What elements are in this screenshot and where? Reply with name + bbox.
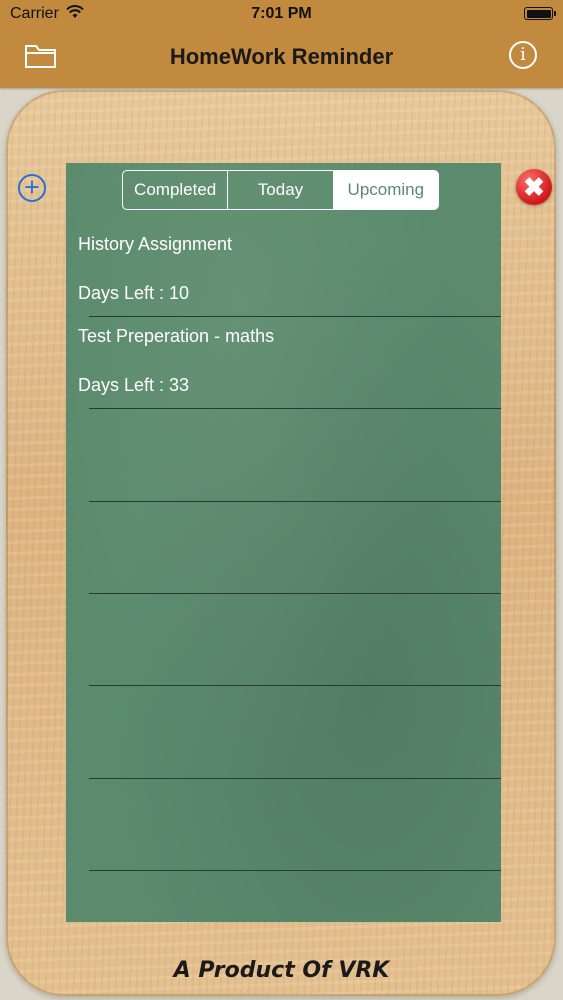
tab-upcoming[interactable]: Upcoming [333, 171, 438, 209]
tab-today[interactable]: Today [228, 171, 334, 209]
top-bar: Carrier 7:01 PM HomeWork Reminder i [0, 0, 563, 88]
battery-icon [524, 7, 556, 20]
task-title[interactable]: History Assignment [78, 234, 232, 255]
tab-completed[interactable]: Completed [123, 171, 229, 209]
add-task-button[interactable]: + [18, 174, 46, 202]
row-divider [89, 316, 501, 317]
row-divider [89, 685, 501, 686]
page-title: HomeWork Reminder [169, 44, 394, 69]
row-divider [89, 408, 501, 409]
task-title[interactable]: Test Preperation - maths [78, 326, 274, 347]
row-divider [89, 870, 501, 871]
delete-button[interactable]: ✖ [516, 169, 552, 205]
row-divider [89, 778, 501, 779]
row-divider [89, 593, 501, 594]
row-divider [89, 501, 501, 502]
clock: 7:01 PM [251, 5, 312, 22]
task-days-left: Days Left : 33 [78, 375, 190, 395]
chalkboard [66, 163, 501, 922]
footer-credit: A Product Of VRK [173, 958, 390, 983]
task-days-left: Days Left : 10 [78, 283, 190, 303]
filter-segmented-control: Completed Today Upcoming [122, 170, 439, 210]
info-icon[interactable]: i [509, 41, 537, 69]
status-bar: Carrier 7:01 PM [0, 0, 563, 30]
